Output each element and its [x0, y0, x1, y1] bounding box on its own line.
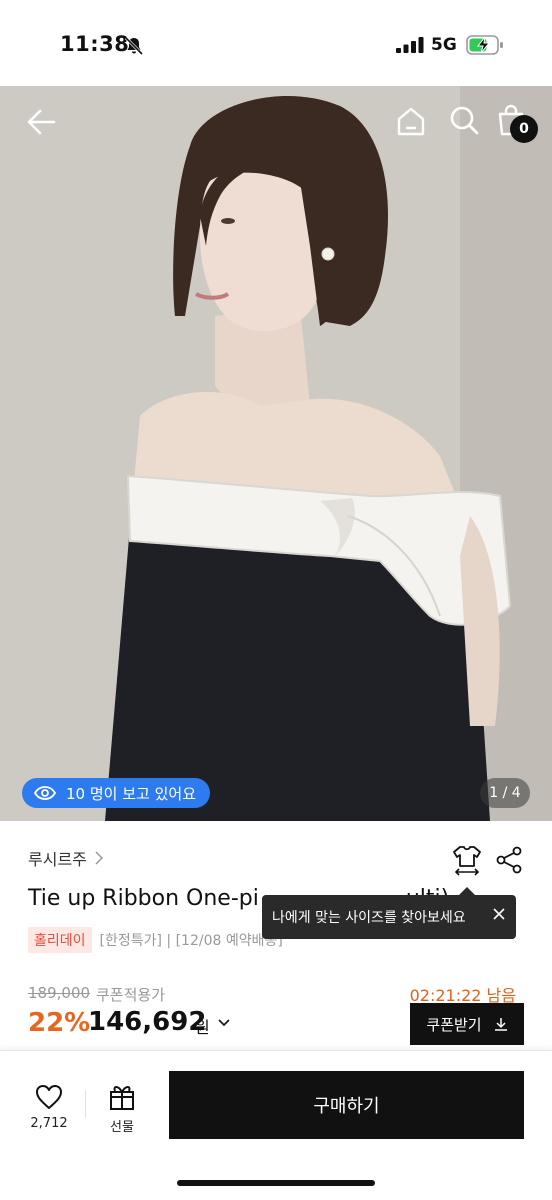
buy-button-label: 구매하기 [313, 1096, 380, 1117]
brand-link[interactable]: 루시르주 [28, 846, 103, 870]
share-icon[interactable] [496, 846, 522, 874]
battery-charging-icon [466, 35, 503, 55]
like-button[interactable]: 2,712 [26, 1084, 72, 1131]
gift-label: 선물 [110, 1120, 134, 1135]
coupon-download-button[interactable]: 쿠폰받기 [410, 1003, 524, 1045]
buy-button[interactable]: 구매하기 [169, 1071, 524, 1139]
size-tooltip: 나에게 맞는 사이즈를 찾아보세요 [262, 887, 516, 939]
gift-icon [110, 1086, 134, 1110]
search-icon[interactable] [448, 104, 480, 136]
product-photo [0, 86, 552, 821]
product-image[interactable]: 0 10 명이 보고 있어요 1 / 4 [0, 86, 552, 821]
tag-text: [한정특가] | [12/08 예약배송] [99, 933, 283, 949]
signal-icon [396, 37, 424, 53]
close-icon[interactable] [492, 907, 506, 921]
home-icon[interactable] [394, 104, 428, 138]
home-indicator [177, 1180, 375, 1186]
chevron-right-icon [95, 851, 103, 865]
status-bar: 11:38 5G [0, 0, 552, 86]
coupon-button-label: 쿠폰받기 [426, 1015, 482, 1034]
bell-off-icon [124, 36, 144, 56]
size-tooltip-text: 나에게 맞는 사이즈를 찾아보세요 [272, 910, 466, 926]
discount-rate: 22% [28, 1008, 91, 1038]
status-time: 11:38 [60, 32, 130, 56]
gift-button[interactable]: 선물 [102, 1083, 142, 1135]
like-count: 2,712 [30, 1116, 68, 1131]
viewers-text: 10 명이 보고 있어요 [66, 784, 196, 803]
size-guide-icon[interactable] [452, 844, 482, 876]
original-price: 189,000 [28, 984, 91, 1002]
eye-icon [34, 786, 56, 800]
product-title-text: Tie up Ribbon One-pi [28, 886, 259, 911]
coupon-applied-label: 쿠폰적용가 [96, 986, 166, 1004]
image-page-indicator: 1 / 4 [480, 778, 530, 808]
chevron-down-icon[interactable] [218, 1019, 230, 1027]
cart-count-badge: 0 [510, 115, 538, 143]
brand-name: 루시르주 [28, 850, 87, 869]
final-price: 146,692 [88, 1007, 207, 1037]
download-icon [494, 1018, 507, 1031]
holiday-badge: 홀리데이 [28, 927, 92, 953]
divider [85, 1090, 86, 1118]
network-type: 5G [431, 35, 457, 55]
product-tags: 홀리데이 [한정특가] | [12/08 예약배송] [28, 927, 283, 953]
back-arrow-icon[interactable] [24, 104, 60, 140]
heart-icon [36, 1085, 62, 1109]
currency-label: 원 [195, 1018, 210, 1037]
viewers-badge: 10 명이 보고 있어요 [22, 778, 210, 808]
